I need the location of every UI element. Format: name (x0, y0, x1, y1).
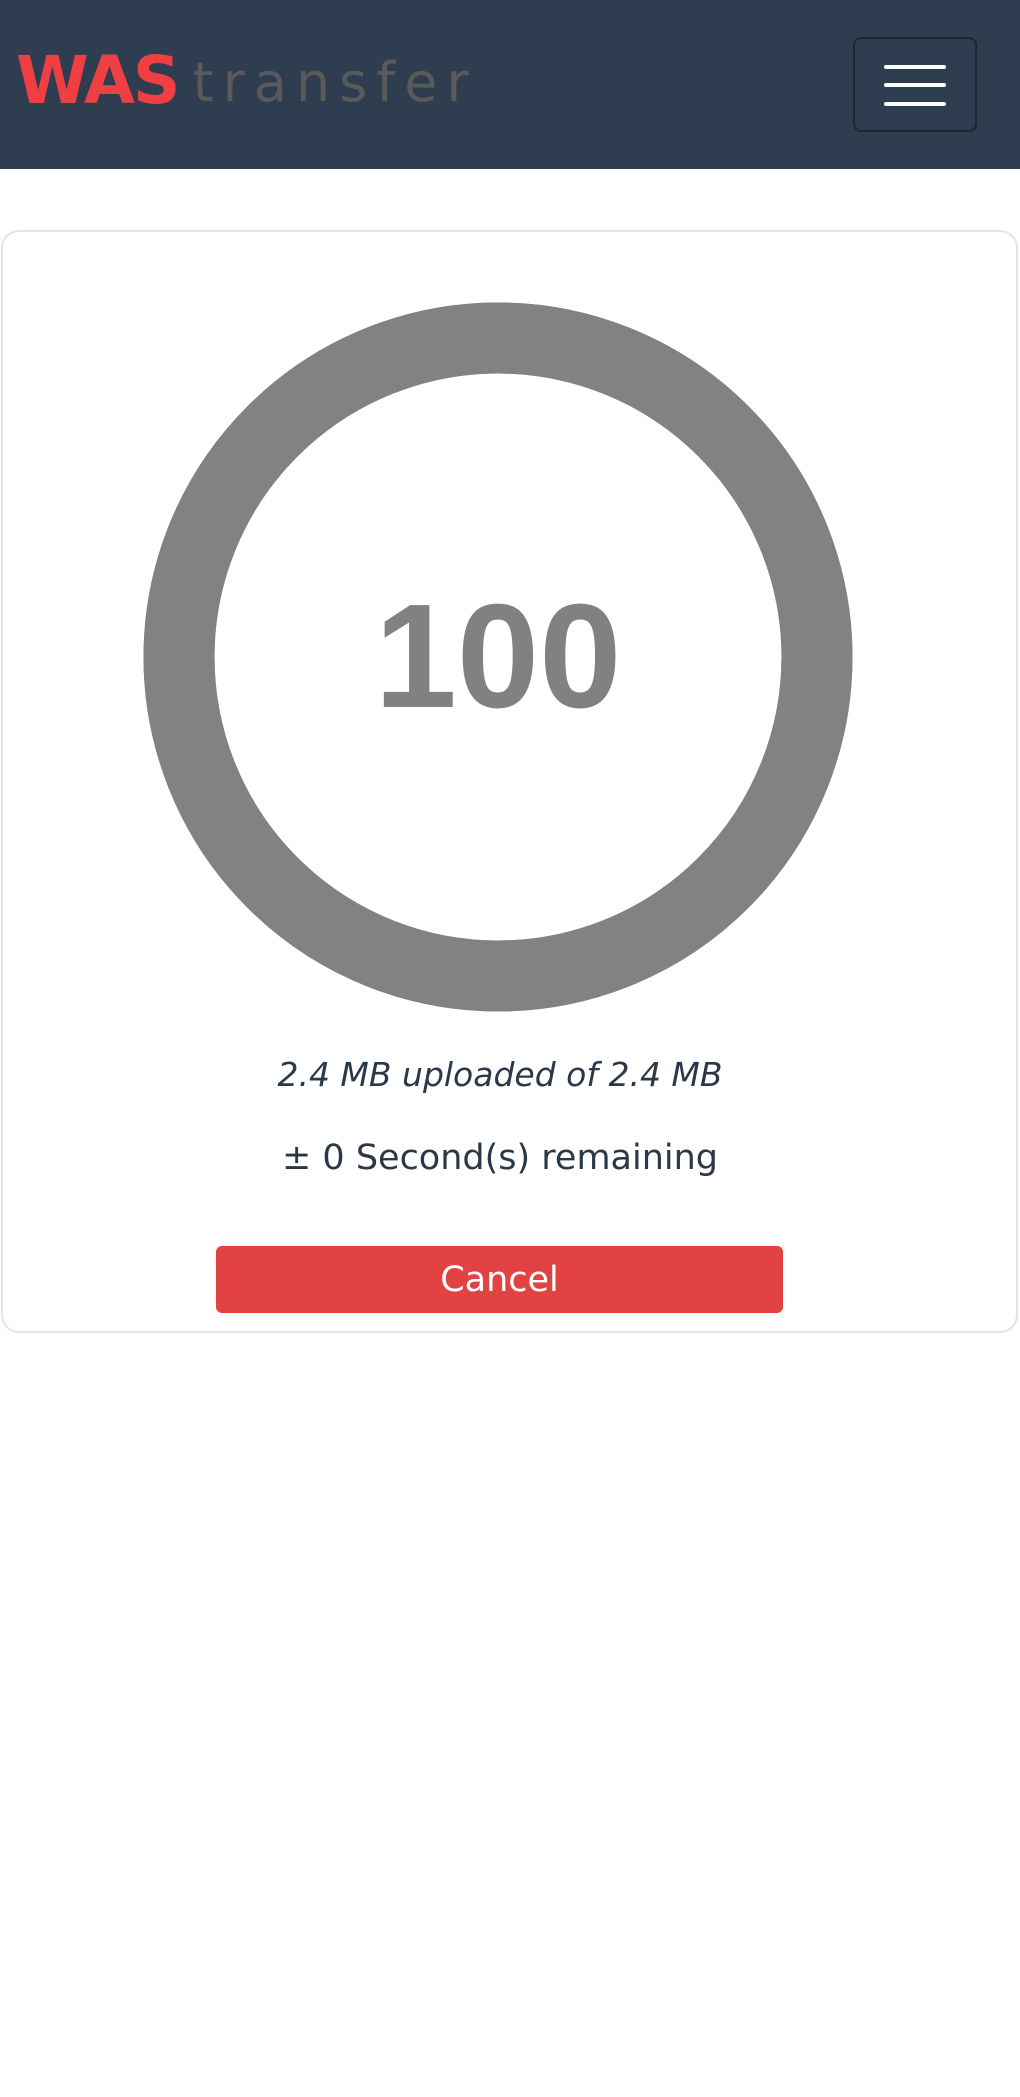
brand-subtitle: transfer (192, 51, 478, 114)
menu-toggle-button[interactable] (853, 37, 977, 132)
cancel-button[interactable]: Cancel (216, 1246, 783, 1313)
progress-percent-value: 100 (374, 574, 622, 739)
brand-logo-link[interactable]: WAS transfer (16, 40, 478, 122)
upload-status-text: 2.4 MB uploaded of 2.4 MB (277, 1055, 723, 1094)
navbar: WAS transfer (0, 0, 1020, 169)
time-remaining-text: ± 0 Second(s) remaining (281, 1138, 719, 1178)
brand-logo: WAS (16, 42, 180, 119)
